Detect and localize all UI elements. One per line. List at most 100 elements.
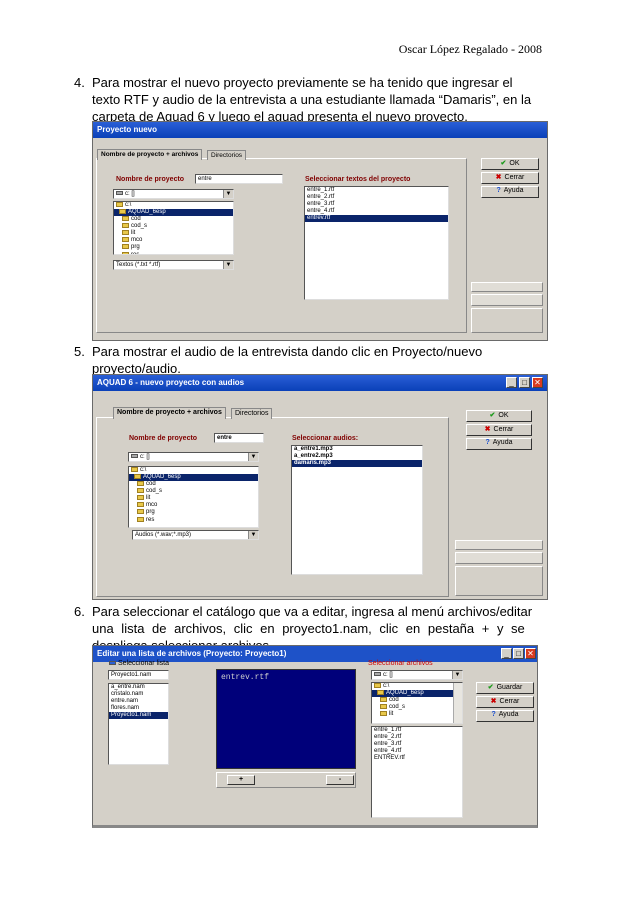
- file-filter-select[interactable]: Textos (*.txt *.rtf) ▼: [113, 260, 234, 270]
- folder-label: AQUAD_6esp: [128, 209, 166, 216]
- file-item[interactable]: entre_4.rtf: [372, 748, 462, 755]
- file-item[interactable]: entre_2.rtf: [372, 734, 462, 741]
- step-5-paragraph: 5. Para mostrar el audio de la entrevist…: [74, 343, 544, 377]
- help-button[interactable]: ? Ayuda: [476, 710, 534, 722]
- help-button[interactable]: ? Ayuda: [481, 186, 539, 198]
- file-editor-area[interactable]: entrev.rtf: [216, 669, 356, 769]
- close-icon[interactable]: ✕: [525, 648, 536, 659]
- folder-item[interactable]: mco: [129, 502, 258, 509]
- folder-item[interactable]: cod: [372, 697, 462, 704]
- project-name-input[interactable]: entre: [195, 174, 283, 184]
- drive-select[interactable]: c: [] ▼: [128, 452, 259, 462]
- folder-item[interactable]: res: [129, 516, 258, 524]
- files-list[interactable]: entre_1.rtf entre_2.rtf entre_3.rtf entr…: [304, 186, 449, 300]
- folder-icon: [122, 216, 129, 222]
- maximize-icon[interactable]: □: [519, 377, 530, 388]
- list-item[interactable]: entre.nam: [109, 698, 168, 705]
- folder-item[interactable]: cod: [114, 216, 233, 223]
- folder-item[interactable]: prg: [114, 244, 233, 251]
- file-item[interactable]: entre_1.rtf: [372, 727, 462, 734]
- folder-item[interactable]: prg: [129, 509, 258, 516]
- folder-open-icon: [131, 467, 138, 472]
- ok-button[interactable]: ✔ OK: [481, 158, 539, 170]
- close-icon[interactable]: ✕: [532, 377, 543, 388]
- files-list[interactable]: entre_1.rtf entre_2.rtf entre_3.rtf entr…: [371, 726, 463, 818]
- file-item[interactable]: entre_1.rtf: [305, 187, 448, 194]
- files-list[interactable]: a_entre1.mp3 a_entre2.mp3 damaris.mp3: [291, 445, 423, 575]
- maximize-icon[interactable]: □: [513, 648, 524, 659]
- file-item-selected[interactable]: damaris.mp3: [292, 460, 422, 467]
- folder-label: lit: [389, 711, 394, 718]
- folder-item-selected[interactable]: AQUAD_6esp: [114, 209, 233, 217]
- chevron-down-icon[interactable]: ▼: [223, 190, 233, 198]
- chevron-down-icon[interactable]: ▼: [248, 453, 258, 461]
- folder-label: lit: [146, 495, 151, 502]
- folder-item[interactable]: cod_s: [114, 223, 233, 230]
- list-name-input[interactable]: Proyecto1.nam: [108, 670, 169, 680]
- question-icon: ?: [485, 439, 490, 446]
- folder-list[interactable]: c:\ AQUAD_6esp cod cod_s lit mco prg res: [113, 201, 234, 255]
- file-item[interactable]: entre_2.rtf: [305, 194, 448, 201]
- folder-label: prg: [146, 509, 155, 516]
- drive-select[interactable]: c: [] ▼: [113, 189, 234, 199]
- folder-item-selected[interactable]: AQUAD_6esp: [129, 474, 258, 482]
- tab-directorios[interactable]: Directorios: [231, 408, 273, 419]
- file-item[interactable]: entre_4.rtf: [305, 208, 448, 215]
- list-item[interactable]: cristalo.nam: [109, 691, 168, 698]
- folder-icon: [137, 481, 144, 487]
- file-item-selected[interactable]: entrev.rtf: [305, 215, 448, 222]
- folder-item[interactable]: cod_s: [372, 704, 462, 711]
- project-name-input[interactable]: entre: [214, 433, 264, 443]
- tab-directorios[interactable]: Directorios: [207, 150, 247, 160]
- file-item[interactable]: a_entre2.mp3: [292, 453, 422, 460]
- scrollbar[interactable]: [453, 683, 462, 723]
- minimize-icon[interactable]: _: [506, 377, 517, 388]
- folder-item[interactable]: cod_s: [129, 488, 258, 495]
- cancel-button[interactable]: ✖ Cerrar: [476, 696, 534, 708]
- list-item-selected[interactable]: Proyecto1.nam: [109, 712, 168, 719]
- folder-open-icon: [116, 202, 123, 207]
- lists-list[interactable]: a_entre.nam cristalo.nam entre.nam flore…: [108, 683, 169, 765]
- file-filter-select[interactable]: Audios (*.wav;*.mp3) ▼: [132, 530, 259, 540]
- project-name-label: Nombre de proyecto: [129, 435, 198, 442]
- question-icon: ?: [496, 187, 501, 194]
- folder-item[interactable]: mco: [114, 237, 233, 244]
- ok-button[interactable]: ✔ OK: [466, 410, 532, 422]
- file-item[interactable]: ENTREV.rtf: [372, 755, 462, 762]
- status-box: [471, 294, 543, 306]
- folder-item[interactable]: lit: [372, 711, 462, 718]
- folder-item[interactable]: res: [114, 251, 233, 254]
- folder-label: cod_s: [131, 223, 148, 230]
- folder-item-selected[interactable]: AQUAD_6esp: [372, 690, 462, 698]
- list-item[interactable]: flores.nam: [109, 705, 168, 712]
- file-item[interactable]: entre_3.rtf: [372, 741, 462, 748]
- drive-select[interactable]: c: [] ▼: [371, 670, 463, 680]
- folder-item[interactable]: cod: [129, 481, 258, 488]
- help-button[interactable]: ? Ayuda: [466, 438, 532, 450]
- tab-nombre-proyecto[interactable]: Nombre de proyecto + archivos: [97, 149, 203, 160]
- chevron-down-icon[interactable]: ▼: [248, 531, 258, 539]
- cancel-button[interactable]: ✖ Cerrar: [466, 424, 532, 436]
- folder-item[interactable]: c:\: [129, 467, 258, 474]
- add-button[interactable]: +: [227, 775, 255, 785]
- folder-item[interactable]: lit: [129, 495, 258, 502]
- tab-nombre-proyecto[interactable]: Nombre de proyecto + archivos: [113, 407, 226, 419]
- folder-icon: [137, 516, 144, 522]
- file-item[interactable]: entre_3.rtf: [305, 201, 448, 208]
- folder-label: cod: [146, 481, 156, 488]
- cancel-button[interactable]: ✖ Cerrar: [481, 172, 539, 184]
- chevron-down-icon[interactable]: ▼: [452, 671, 462, 679]
- folder-list[interactable]: c:\ AQUAD_6esp cod cod_s lit mco prg res: [128, 466, 259, 528]
- remove-button[interactable]: -: [326, 775, 354, 785]
- folder-label: c:\: [125, 202, 132, 209]
- minimize-icon[interactable]: _: [501, 648, 512, 659]
- folder-list[interactable]: c:\ AQUAD_6esp cod cod_s lit: [371, 682, 463, 724]
- list-item[interactable]: a_entre.nam: [109, 684, 168, 691]
- folder-item[interactable]: c:\: [372, 683, 462, 690]
- save-button[interactable]: ✔ Guardar: [476, 682, 534, 694]
- folder-item[interactable]: c:\: [114, 202, 233, 209]
- folder-item[interactable]: lit: [114, 230, 233, 237]
- file-item[interactable]: a_entre1.mp3: [292, 446, 422, 453]
- chevron-down-icon[interactable]: ▼: [223, 261, 233, 269]
- check-icon: ✔: [487, 684, 494, 691]
